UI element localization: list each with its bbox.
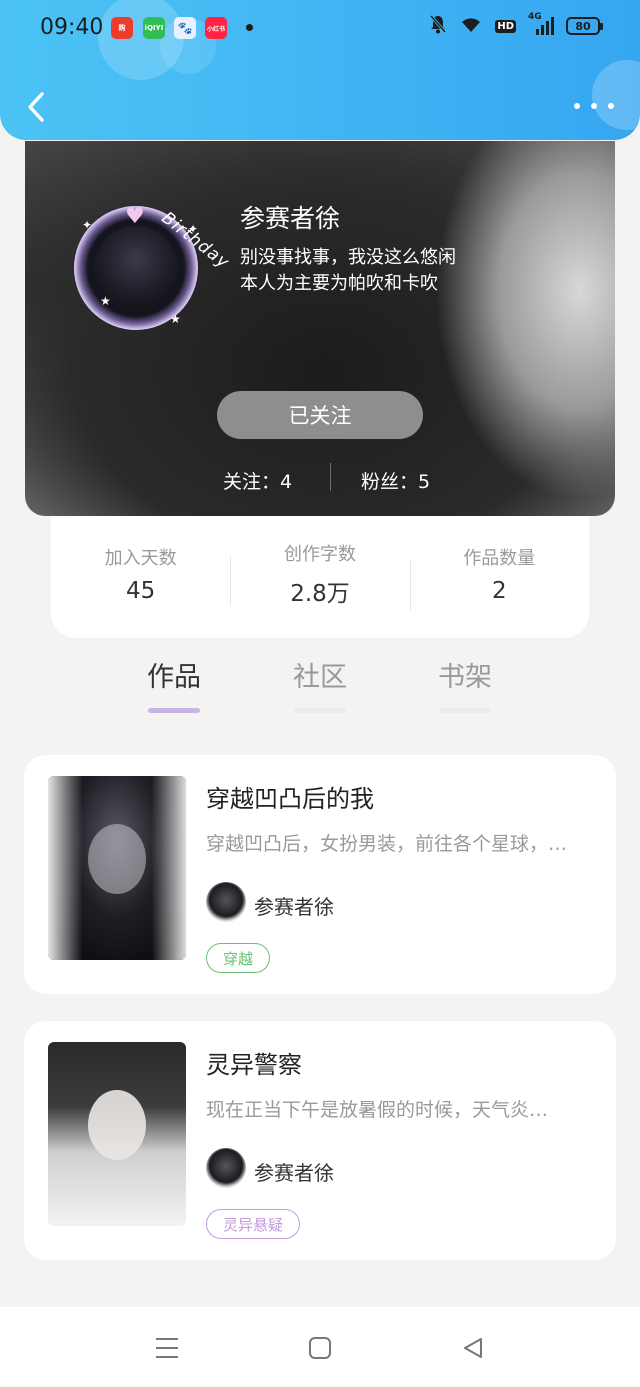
following-count[interactable]: 关注：4 (223, 467, 292, 494)
tab-indicator (148, 708, 200, 713)
menu-icon (156, 1338, 178, 1358)
chevron-left-icon (28, 92, 44, 122)
notification-dot (246, 24, 253, 31)
follow-button[interactable]: 已关注 (217, 391, 423, 439)
cover-figure (88, 824, 146, 894)
author-avatar (206, 1148, 246, 1188)
genre-tag[interactable]: 灵异悬疑 (206, 1209, 301, 1239)
avatar[interactable]: ♥ Birthday ✦ ★ ★ ✦ (70, 166, 233, 330)
menu-button[interactable] (152, 1333, 182, 1363)
divider (330, 463, 331, 491)
tab-works[interactable]: 作品 (119, 655, 229, 713)
iqiyi-app-icon: iQIYI (143, 17, 165, 39)
home-button[interactable] (305, 1333, 335, 1363)
tab-community[interactable]: 社区 (265, 655, 375, 713)
book-title[interactable]: 穿越凹凸后的我 (206, 779, 374, 814)
profile-bio: 别没事找事，我没这么悠闲 本人为主要为帕吹和卡吹 (240, 245, 456, 297)
jingxi-app-icon: 购 (111, 17, 133, 39)
stat-value: 2 (492, 578, 507, 604)
back-triangle-icon (464, 1338, 482, 1358)
book-card[interactable]: 穿越凹凸后的我 穿越凹凸后，女扮男装，前往各个星球，… 参赛者徐 穿越 (24, 755, 616, 994)
battery-indicator: 80 (566, 17, 603, 35)
profile-banner: ♥ Birthday ✦ ★ ★ ✦ 参赛者徐 别没事找事，我没这么悠闲 本人为… (25, 141, 615, 516)
author-name: 参赛者徐 (254, 895, 334, 919)
tab-bookshelf[interactable]: 书架 (410, 655, 520, 713)
genre-tag[interactable]: 穿越 (206, 943, 271, 973)
back-button[interactable] (18, 86, 54, 128)
top-header: 09:40 购 iQIYI 🐾 小红书 HD 4G 80 (0, 0, 640, 140)
content-tabs: 作品 社区 书架 (0, 655, 640, 715)
book-description: 现在正当下午是放暑假的时候，天气炎… (206, 1099, 549, 1121)
fans-count[interactable]: 粉丝：5 (361, 467, 430, 494)
mute-bell-icon (429, 14, 447, 38)
home-square-icon (309, 1337, 331, 1359)
wifi-icon (459, 15, 483, 37)
stat-works-count: 作品数量 2 (409, 548, 589, 610)
more-dots-icon (608, 103, 614, 109)
cover-figure (88, 1090, 146, 1160)
status-time: 09:40 (40, 15, 104, 40)
star-icon: ★ (100, 294, 111, 308)
stat-word-count: 创作字数 2.8万 (230, 544, 409, 608)
more-dots-icon (591, 103, 597, 109)
book-title[interactable]: 灵异警察 (206, 1045, 302, 1080)
bio-line: 别没事找事，我没这么悠闲 (240, 247, 456, 268)
star-icon: ✦ (82, 218, 93, 232)
stats-panel: 加入天数 45 创作字数 2.8万 作品数量 2 (51, 516, 589, 638)
author-avatar (206, 882, 246, 922)
stat-join-days: 加入天数 45 (51, 548, 230, 604)
heart-icon: ♥ (125, 204, 145, 229)
signal-icon: 4G (528, 12, 554, 36)
author-name: 参赛者徐 (254, 1161, 334, 1185)
star-icon: ★ (170, 312, 181, 326)
tab-label: 作品 (147, 662, 201, 693)
tab-indicator (439, 708, 491, 713)
stat-label: 创作字数 (283, 544, 356, 565)
book-cover[interactable] (48, 776, 186, 960)
tab-label: 社区 (293, 662, 347, 693)
stat-label: 加入天数 (104, 548, 177, 569)
stat-label: 作品数量 (463, 548, 536, 569)
star-icon: ✦ (188, 222, 199, 236)
baidu-app-icon: 🐾 (174, 17, 196, 39)
profile-nickname: 参赛者徐 (240, 204, 341, 233)
status-icons: HD 4G 80 (429, 12, 603, 38)
tab-indicator (294, 708, 346, 713)
system-navigation-bar (0, 1307, 640, 1387)
book-description: 穿越凹凸后，女扮男装，前往各个星球，… (206, 833, 568, 855)
stat-value: 2.8万 (290, 581, 350, 607)
status-bar: 09:40 购 iQIYI 🐾 小红书 HD 4G 80 (0, 0, 640, 56)
follow-stats: 关注：4 粉丝：5 (25, 463, 615, 493)
xiaohongshu-app-icon: 小红书 (205, 17, 227, 39)
stat-value: 45 (126, 578, 156, 604)
more-dots-icon (574, 103, 580, 109)
book-cover[interactable] (48, 1042, 186, 1226)
more-options-button[interactable] (574, 92, 614, 120)
bio-line: 本人为主要为帕吹和卡吹 (240, 273, 438, 294)
tab-label: 书架 (438, 662, 492, 693)
hd-badge: HD (495, 19, 516, 33)
system-back-button[interactable] (458, 1333, 488, 1363)
book-card[interactable]: 灵异警察 现在正当下午是放暑假的时候，天气炎… 参赛者徐 灵异悬疑 (24, 1021, 616, 1260)
